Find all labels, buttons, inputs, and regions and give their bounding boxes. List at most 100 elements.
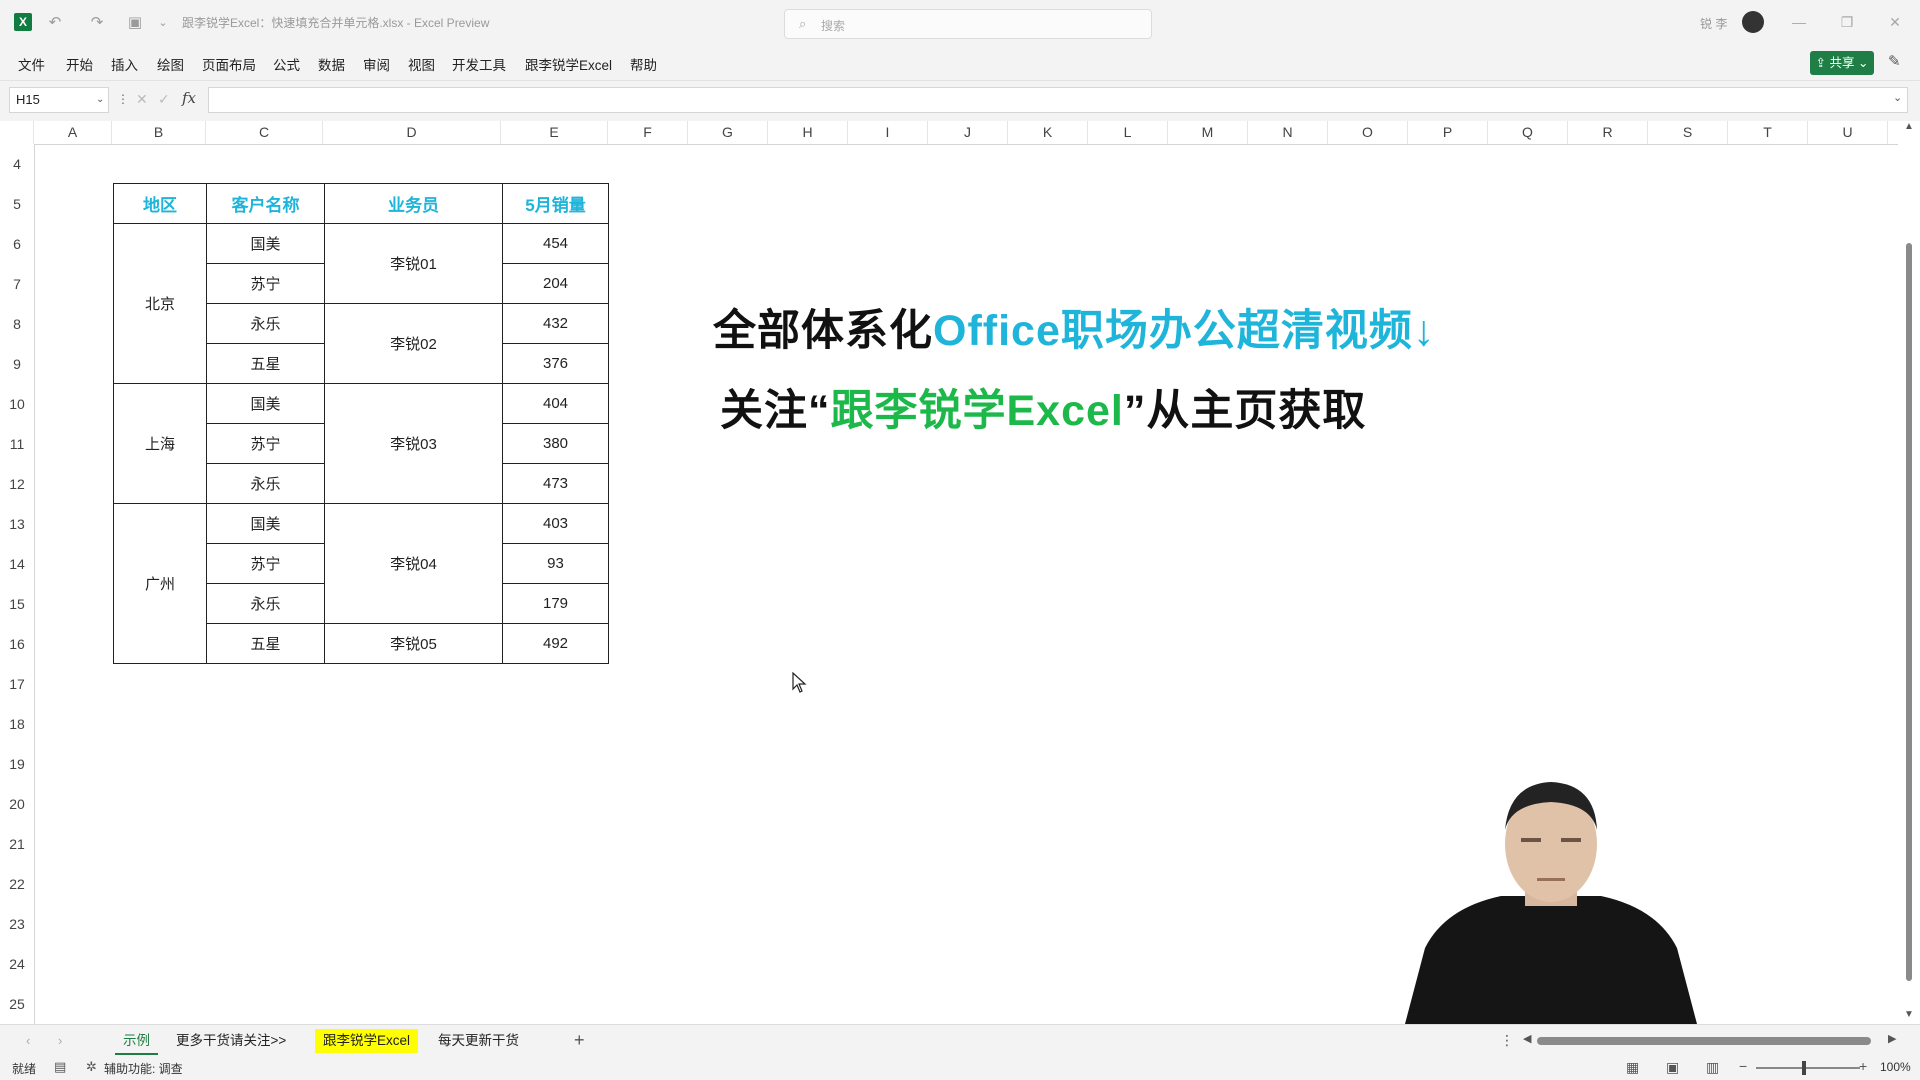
redo-icon[interactable]: ↷ xyxy=(86,12,108,34)
row-header[interactable]: 25 xyxy=(0,984,34,1024)
customer-cell[interactable]: 国美 xyxy=(206,223,325,264)
column-header[interactable]: R xyxy=(1568,121,1648,144)
row-header[interactable]: 22 xyxy=(0,864,34,904)
menu-page-layout[interactable]: 页面布局 xyxy=(202,54,256,74)
save-icon[interactable]: ▣ xyxy=(124,12,146,34)
user-name[interactable]: 锐 李 xyxy=(1700,15,1727,32)
accessibility-icon[interactable]: ✲ xyxy=(86,1059,97,1075)
scroll-down-icon[interactable]: ▼ xyxy=(1904,1009,1914,1020)
customer-cell[interactable]: 国美 xyxy=(206,503,325,544)
menu-file[interactable]: 文件 xyxy=(18,54,45,74)
select-all-corner[interactable] xyxy=(0,121,34,144)
horizontal-scroll-thumb[interactable] xyxy=(1537,1037,1871,1045)
row-header[interactable]: 17 xyxy=(0,664,34,704)
column-header[interactable]: C xyxy=(206,121,323,144)
customer-cell[interactable]: 永乐 xyxy=(206,303,325,344)
undo-icon[interactable]: ↶ xyxy=(44,12,66,34)
customer-cell[interactable]: 苏宁 xyxy=(206,543,325,584)
region-cell[interactable]: 广州 xyxy=(113,503,207,664)
row-header[interactable]: 15 xyxy=(0,584,34,624)
sales-cell[interactable]: 432 xyxy=(502,303,609,344)
vertical-scroll-thumb[interactable] xyxy=(1906,243,1912,981)
zoom-slider-thumb[interactable] xyxy=(1802,1061,1806,1075)
sales-cell[interactable]: 204 xyxy=(502,263,609,304)
more-options-icon[interactable]: ⋮ xyxy=(117,92,129,106)
normal-view-icon[interactable]: ▦ xyxy=(1626,1059,1639,1076)
row-header[interactable]: 20 xyxy=(0,784,34,824)
salesperson-cell[interactable]: 李锐05 xyxy=(324,623,503,664)
column-header[interactable]: B xyxy=(112,121,206,144)
column-header[interactable]: S xyxy=(1648,121,1728,144)
sales-cell[interactable]: 376 xyxy=(502,343,609,384)
insert-function-icon[interactable]: fx xyxy=(182,89,196,107)
enter-icon[interactable]: ✓ xyxy=(158,91,170,108)
header-may-sales[interactable]: 5月销量 xyxy=(502,183,609,224)
salesperson-cell[interactable]: 李锐03 xyxy=(324,383,503,504)
row-header[interactable]: 19 xyxy=(0,744,34,784)
column-header[interactable]: T xyxy=(1728,121,1808,144)
column-header[interactable]: H xyxy=(768,121,848,144)
menu-review[interactable]: 审阅 xyxy=(363,54,390,74)
row-header[interactable]: 14 xyxy=(0,544,34,584)
row-header[interactable]: 8 xyxy=(0,304,34,344)
sales-cell[interactable]: 179 xyxy=(502,583,609,624)
scroll-left-icon[interactable]: ◀ xyxy=(1523,1032,1531,1045)
column-header[interactable]: O xyxy=(1328,121,1408,144)
minimize-icon[interactable]: — xyxy=(1784,10,1814,34)
customer-cell[interactable]: 苏宁 xyxy=(206,263,325,304)
menu-view[interactable]: 视图 xyxy=(408,54,435,74)
row-header[interactable]: 23 xyxy=(0,904,34,944)
row-header[interactable]: 10 xyxy=(0,384,34,424)
sales-cell[interactable]: 403 xyxy=(502,503,609,544)
zoom-out-icon[interactable]: − xyxy=(1739,1058,1747,1074)
search-box[interactable]: ⌕ 搜索 xyxy=(784,9,1152,39)
row-header[interactable]: 5 xyxy=(0,184,34,224)
row-header[interactable]: 18 xyxy=(0,704,34,744)
macro-record-icon[interactable]: ▤ xyxy=(54,1059,66,1075)
menu-formulas[interactable]: 公式 xyxy=(273,54,300,74)
chevron-down-icon[interactable]: ⌄ xyxy=(96,88,104,112)
customer-cell[interactable]: 国美 xyxy=(206,383,325,424)
column-header[interactable]: U xyxy=(1808,121,1888,144)
sales-cell[interactable]: 93 xyxy=(502,543,609,584)
vertical-scrollbar[interactable]: ▲ ▼ xyxy=(1898,121,1920,1024)
cancel-icon[interactable]: ✕ xyxy=(136,91,148,108)
sales-cell[interactable]: 454 xyxy=(502,223,609,264)
row-header[interactable]: 6 xyxy=(0,224,34,264)
row-header[interactable]: 12 xyxy=(0,464,34,504)
next-sheet-icon[interactable]: › xyxy=(58,1033,62,1048)
comments-icon[interactable]: ✎ xyxy=(1888,52,1901,70)
column-header[interactable]: P xyxy=(1408,121,1488,144)
column-header[interactable]: A xyxy=(34,121,112,144)
column-header[interactable]: L xyxy=(1088,121,1168,144)
column-header[interactable]: I xyxy=(848,121,928,144)
column-header[interactable]: M xyxy=(1168,121,1248,144)
row-header[interactable]: 24 xyxy=(0,944,34,984)
row-header[interactable]: 16 xyxy=(0,624,34,664)
sheet-tab[interactable]: 跟李锐学Excel xyxy=(315,1029,419,1053)
zoom-level[interactable]: 100% xyxy=(1880,1060,1911,1074)
expand-formula-bar-icon[interactable]: ⌄ xyxy=(1893,91,1902,104)
customer-cell[interactable]: 苏宁 xyxy=(206,423,325,464)
menu-help[interactable]: 帮助 xyxy=(630,54,657,74)
row-header[interactable]: 21 xyxy=(0,824,34,864)
zoom-slider[interactable] xyxy=(1756,1067,1860,1069)
menu-data[interactable]: 数据 xyxy=(318,54,345,74)
row-header[interactable]: 7 xyxy=(0,264,34,304)
sales-cell[interactable]: 380 xyxy=(502,423,609,464)
restore-icon[interactable]: ❐ xyxy=(1832,10,1862,34)
page-break-view-icon[interactable]: ▥ xyxy=(1706,1059,1719,1076)
column-header[interactable]: G xyxy=(688,121,768,144)
sales-cell[interactable]: 492 xyxy=(502,623,609,664)
menu-home[interactable]: 开始 xyxy=(66,54,93,74)
scroll-up-icon[interactable]: ▲ xyxy=(1904,121,1914,132)
customize-toolbar-icon[interactable]: ⌄ xyxy=(152,12,174,34)
column-header[interactable]: D xyxy=(323,121,501,144)
sheet-tab[interactable]: 示例 xyxy=(115,1029,158,1055)
avatar[interactable] xyxy=(1742,11,1764,33)
menu-draw[interactable]: 绘图 xyxy=(157,54,184,74)
accessibility-status[interactable]: 辅助功能: 调查 xyxy=(104,1060,183,1077)
sheet-tab[interactable]: 更多干货请关注>> xyxy=(168,1029,294,1053)
row-header[interactable]: 9 xyxy=(0,344,34,384)
salesperson-cell[interactable]: 李锐02 xyxy=(324,303,503,384)
